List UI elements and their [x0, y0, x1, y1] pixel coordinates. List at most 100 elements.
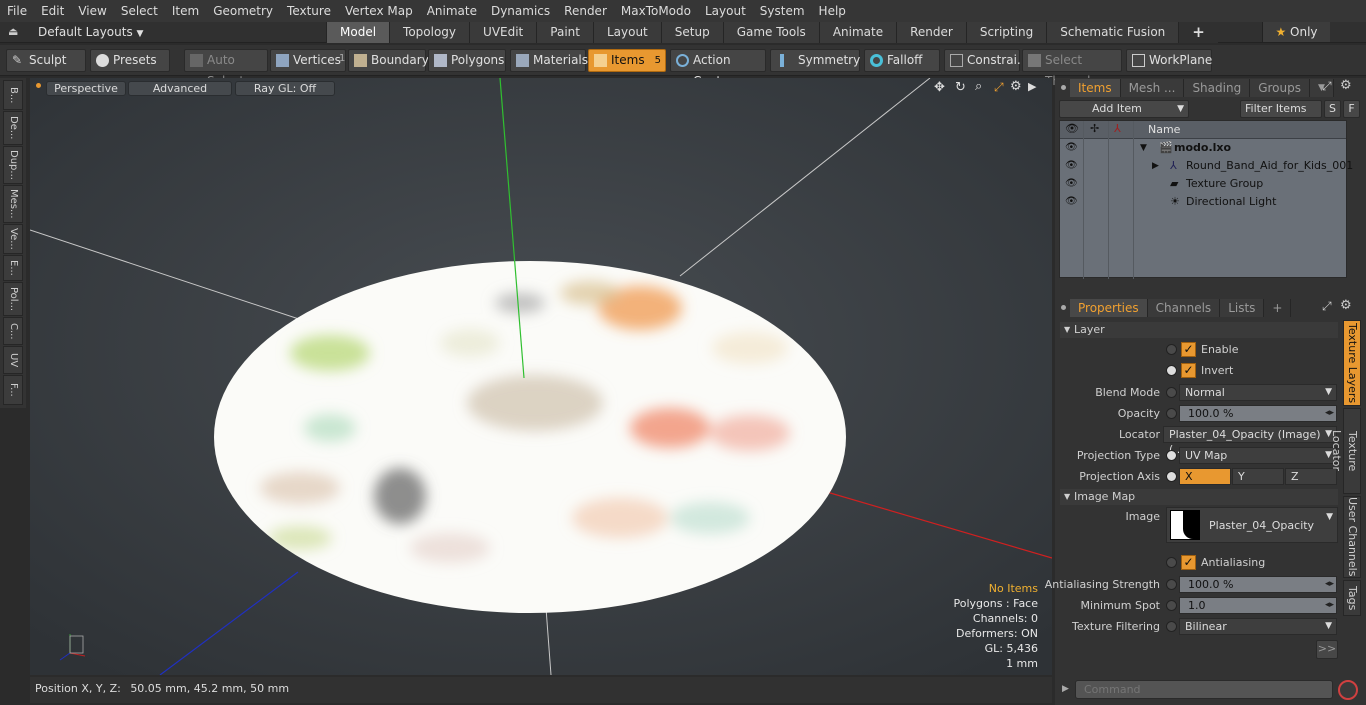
eye-icon[interactable]: 👁 [1065, 139, 1078, 157]
viewport-settings-icon[interactable]: ⚙ [1010, 79, 1022, 94]
tab-shading[interactable]: Shading [1184, 79, 1251, 97]
filter-items-button[interactable]: Filter Items [1240, 100, 1322, 118]
add-tab-button[interactable]: + [1178, 22, 1218, 43]
more-button[interactable]: >> [1316, 640, 1338, 659]
add-properties-tab-button[interactable]: + [1264, 299, 1292, 317]
left-tab-basic[interactable]: B... [3, 80, 23, 110]
projection-type-dot[interactable] [1166, 450, 1177, 461]
record-macro-icon[interactable] [1338, 680, 1358, 700]
list-item[interactable]: 👁 ☀ Directional Light [1060, 193, 1346, 211]
tab-groups[interactable]: Groups [1250, 79, 1310, 97]
aa-strength-slider[interactable]: 100.0 % ◂▸ [1179, 576, 1337, 593]
left-tab-edge[interactable]: E... [3, 255, 23, 281]
viewport-more-icon[interactable]: ▶ [1028, 80, 1036, 93]
zoom-view-icon[interactable]: ⌕ [975, 79, 982, 94]
default-layouts-dropdown[interactable]: Default Layouts ▼ [38, 25, 143, 39]
tab-animate[interactable]: Animate [818, 22, 897, 43]
tab-channels[interactable]: Channels [1147, 299, 1221, 317]
perspective-button[interactable]: Perspective [46, 81, 126, 96]
boundary-button[interactable]: Boundary [348, 49, 429, 72]
menu-layout[interactable]: Layout [698, 0, 753, 22]
tab-uvedit[interactable]: UVEdit [469, 22, 537, 43]
tab-items[interactable]: Items [1070, 79, 1121, 97]
menu-help[interactable]: Help [812, 0, 853, 22]
tex-filter-dot[interactable] [1166, 621, 1177, 632]
materials-button[interactable]: Materials [510, 49, 588, 72]
min-spot-dot[interactable] [1166, 600, 1177, 611]
tab-topology[interactable]: Topology [389, 22, 470, 43]
menu-item[interactable]: Item [165, 0, 206, 22]
left-tab-uv[interactable]: UV [3, 346, 23, 374]
antialiasing-dot[interactable] [1166, 557, 1177, 568]
min-spot-slider[interactable]: 1.0 ◂▸ [1179, 597, 1337, 614]
aa-strength-dot[interactable] [1166, 579, 1177, 590]
menu-render[interactable]: Render [557, 0, 614, 22]
workplane-button[interactable]: WorkPlane [1126, 49, 1212, 72]
tab-setup[interactable]: Setup [660, 22, 723, 43]
action-center-button[interactable]: Action Center [670, 49, 766, 88]
items-panel-gear-icon[interactable]: ⚙ [1340, 78, 1352, 93]
left-tab-fusion[interactable]: F... [3, 375, 23, 405]
tab-lists[interactable]: Lists [1220, 299, 1265, 317]
side-tab-texture-locator[interactable]: Texture Locator [1330, 408, 1361, 494]
viewport-menu-dot[interactable] [36, 83, 41, 88]
expand-arrow-icon[interactable]: ▶ [1152, 157, 1159, 175]
name-column-header[interactable]: Name [1148, 123, 1180, 136]
tab-schematic-fusion[interactable]: Schematic Fusion [1046, 22, 1179, 43]
menu-select[interactable]: Select [114, 0, 165, 22]
tex-filter-select[interactable]: Bilinear ▼ [1179, 618, 1337, 635]
side-tab-tags[interactable]: Tags [1343, 580, 1361, 616]
menu-dynamics[interactable]: Dynamics [484, 0, 557, 22]
rotate-view-icon[interactable]: ↻ [955, 80, 966, 95]
items-panel-expand-icon[interactable]: ⤢ [1322, 79, 1332, 94]
projection-axis-dot[interactable] [1166, 471, 1177, 482]
layer-section-header[interactable]: ▼ Layer [1060, 322, 1338, 338]
raygl-button[interactable]: Ray GL: Off [235, 81, 335, 96]
blend-mode-dot[interactable] [1166, 387, 1177, 398]
presets-button[interactable]: Presets [90, 49, 170, 72]
side-tab-user-channels[interactable]: User Channels [1343, 496, 1361, 578]
locator-select[interactable]: Plaster_04_Opacity (Image) (...▼ [1163, 426, 1337, 456]
tab-paint[interactable]: Paint [536, 22, 593, 43]
axis-y-button[interactable]: Y [1232, 468, 1284, 485]
menu-edit[interactable]: Edit [34, 0, 71, 22]
advanced-button[interactable]: Advanced [128, 81, 232, 96]
f-button[interactable]: F [1343, 100, 1360, 118]
maximize-view-icon[interactable]: ⤢ [994, 80, 1004, 95]
menu-file[interactable]: File [0, 0, 34, 22]
symmetry-button[interactable]: Symmetry [770, 49, 860, 72]
enable-checkbox[interactable]: ✓ [1181, 342, 1196, 357]
properties-expand-icon[interactable]: ⤢ [1322, 299, 1332, 314]
image-select[interactable]: Plaster_04_Opacity ▼ [1166, 507, 1338, 543]
item-list[interactable]: 👁 ✢ ⅄ Name 👁 ▼ 🎬 modo.lxo 👁 ▶ ⅄ Round_Ba… [1059, 120, 1353, 279]
list-item[interactable]: 👁 ▼ 🎬 modo.lxo [1060, 139, 1346, 157]
list-item[interactable]: 👁 ▰ Texture Group [1060, 175, 1346, 193]
collapse-arrow-icon[interactable]: ▼ [1140, 139, 1147, 157]
image-map-section-header[interactable]: ▼ Image Map [1060, 489, 1338, 505]
items-button[interactable]: Items 5 [588, 49, 666, 72]
vertices-button[interactable]: Vertices [270, 49, 346, 72]
properties-panel-menu-dot[interactable] [1061, 305, 1066, 310]
constraints-button[interactable]: Constrai... [944, 49, 1028, 72]
antialiasing-checkbox[interactable]: ✓ [1181, 555, 1196, 570]
blend-mode-select[interactable]: Normal ▼ [1179, 384, 1337, 401]
menu-vertex-map[interactable]: Vertex Map [338, 0, 420, 22]
select-through-button[interactable]: Select Through [1022, 49, 1122, 88]
projection-type-select[interactable]: UV Map▼ [1179, 447, 1337, 464]
left-tab-polygon[interactable]: Pol... [3, 282, 23, 316]
list-item[interactable]: 👁 ▶ ⅄ Round_Band_Aid_for_Kids_001 [1060, 157, 1353, 175]
eye-icon[interactable]: 👁 [1065, 157, 1078, 175]
opacity-slider[interactable]: 100.0 % ◂▸ [1179, 405, 1337, 422]
eye-icon[interactable]: 👁 [1065, 175, 1078, 193]
eye-icon[interactable]: 👁 [1065, 193, 1078, 211]
side-tab-texture-layers[interactable]: Texture Layers [1343, 320, 1361, 406]
items-panel-menu-dot[interactable] [1061, 85, 1066, 90]
left-tab-deform[interactable]: De... [3, 111, 23, 145]
invert-checkbox[interactable]: ✓ [1181, 363, 1196, 378]
menu-texture[interactable]: Texture [280, 0, 338, 22]
add-item-button[interactable]: Add Item ▼ [1059, 100, 1189, 118]
axis-x-button[interactable]: X [1179, 468, 1231, 485]
tab-scripting[interactable]: Scripting [965, 22, 1047, 43]
menu-geometry[interactable]: Geometry [206, 0, 280, 22]
band-aid-disc-mesh[interactable] [214, 261, 846, 613]
